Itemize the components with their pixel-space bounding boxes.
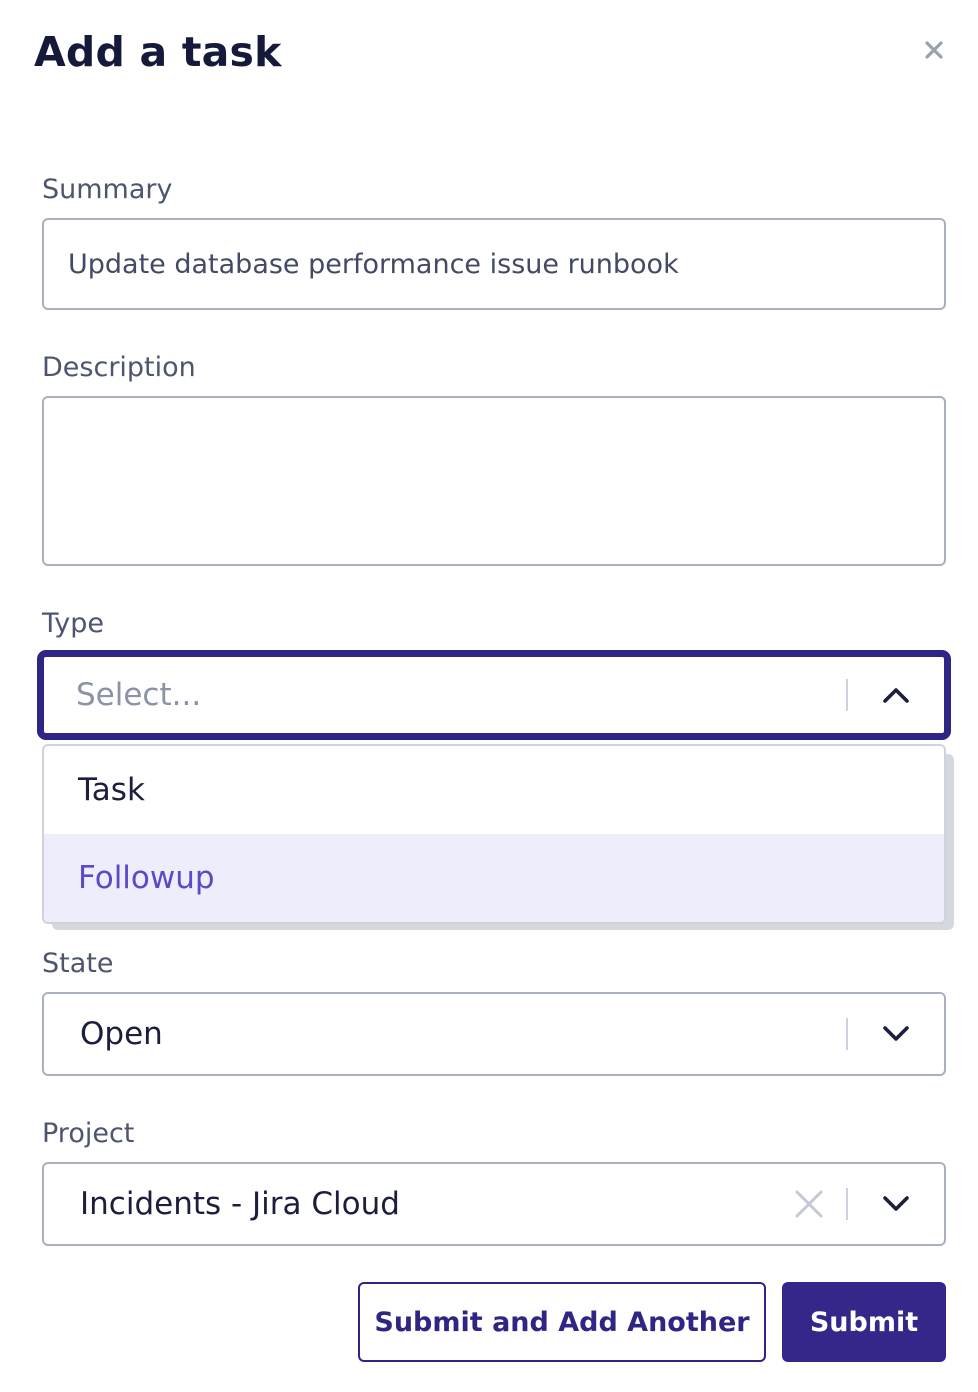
state-label: State [42,948,114,979]
state-select[interactable]: Open [42,992,946,1076]
project-clear-button[interactable] [772,1164,846,1244]
submit-button[interactable]: Submit [782,1282,946,1362]
state-dropdown-toggle[interactable] [848,994,944,1074]
state-select-value: Open [80,1016,163,1052]
type-dropdown-menu: Task Followup [42,744,946,924]
chevron-down-icon [883,1026,909,1041]
type-label: Type [42,608,105,639]
chevron-down-icon [883,1196,909,1211]
type-option-task[interactable]: Task [44,746,944,834]
summary-input[interactable]: Update database performance issue runboo… [42,218,946,310]
summary-label: Summary [42,174,173,205]
type-dropdown-toggle[interactable] [848,657,944,733]
project-label: Project [42,1118,135,1149]
type-select-placeholder: Select... [76,677,202,713]
close-button[interactable] [918,34,950,66]
project-select-value: Incidents - Jira Cloud [80,1186,400,1222]
submit-and-add-another-button[interactable]: Submit and Add Another [358,1282,766,1362]
summary-input-value: Update database performance issue runboo… [68,248,679,280]
description-label: Description [42,352,196,383]
chevron-up-icon [883,688,909,703]
clear-icon [795,1190,823,1218]
type-select[interactable]: Select... [37,650,951,740]
close-icon [925,41,943,59]
project-select[interactable]: Incidents - Jira Cloud [42,1162,946,1246]
dialog-title: Add a task [34,28,282,76]
type-option-followup[interactable]: Followup [44,834,944,922]
description-textarea[interactable] [42,396,946,566]
project-dropdown-toggle[interactable] [848,1164,944,1244]
